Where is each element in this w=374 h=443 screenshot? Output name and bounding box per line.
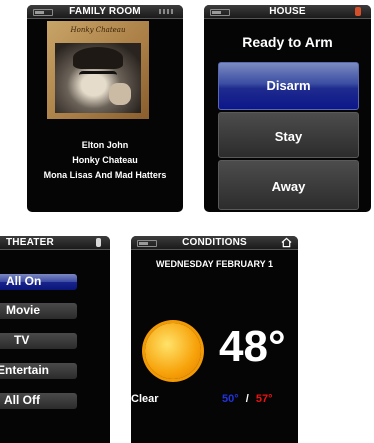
conditions-date: WEDNESDAY FEBRUARY 1 [155,259,274,269]
conditions-title: CONDITIONS [182,237,247,248]
theater-tv-label: TV [14,333,30,347]
album-photo-hand [109,83,131,105]
alert-icon [355,7,361,16]
house-panel: HOUSE Ready to Arm Disarm Stay Away [204,5,371,212]
high-temperature: 57° [255,393,273,405]
house-titlebar: HOUSE [204,5,371,19]
conditions-panel: CONDITIONS WEDNESDAY FEBRUARY 1 48° Clea… [131,236,298,443]
theater-all-on-button[interactable]: All On [0,274,77,290]
theater-tv-button[interactable]: TV [0,333,77,349]
theater-all-off-button[interactable]: All Off [0,393,77,409]
album-photo [55,43,141,113]
low-temperature: 50° [222,393,239,405]
album-photo-glasses [79,71,117,82]
album-photo-hair [73,47,123,69]
theater-panel: THEATER All On Movie TV Entertain All Of… [0,236,110,443]
now-playing-album: Honky Chateau [72,155,138,165]
signal-icon [159,9,175,14]
theater-titlebar: THEATER [0,236,110,250]
current-temperature: 48° [219,322,286,371]
stay-button[interactable]: Stay [218,112,359,158]
theater-movie-button[interactable]: Movie [0,303,77,319]
theater-entertain-label: Entertain [0,363,50,377]
album-art-title: Honky Chateau [70,26,126,34]
alert-icon [96,238,101,247]
theater-title: THEATER [6,237,54,248]
disarm-button[interactable]: Disarm [218,62,359,110]
sun-icon [145,323,201,379]
now-playing-artist: Elton John [81,140,129,150]
theater-movie-label: Movie [6,303,41,317]
theater-entertain-button[interactable]: Entertain [0,363,77,379]
temperature-range: 50° / 57° [222,393,272,405]
now-playing-track: Mona Lisas And Mad Hatters [43,170,167,180]
home-icon[interactable] [281,237,292,248]
away-button[interactable]: Away [218,160,359,210]
album-art[interactable]: Honky Chateau [47,21,149,119]
alarm-status: Ready to Arm [242,34,333,50]
house-title: HOUSE [269,6,306,17]
conditions-titlebar: CONDITIONS [131,236,298,250]
theater-all-on-label: All On [6,274,42,288]
family-room-titlebar: FAMILY ROOM [27,5,183,19]
theater-all-off-label: All Off [4,393,40,407]
condition-text: Clear [131,393,159,405]
range-separator: / [245,393,249,405]
family-room-panel: FAMILY ROOM Honky Chateau Elton John Hon… [27,5,183,212]
